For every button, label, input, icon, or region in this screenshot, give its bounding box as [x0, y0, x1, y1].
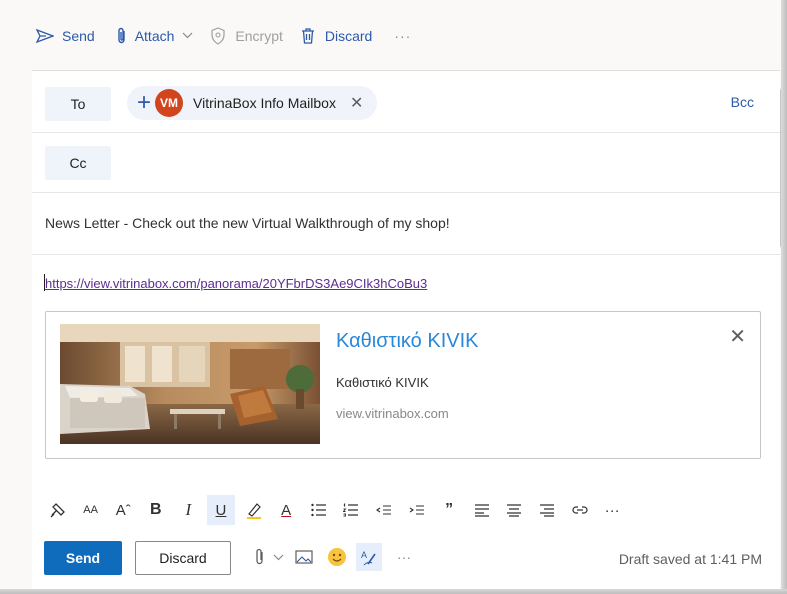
bcc-link[interactable]: Bcc — [731, 94, 754, 110]
highlight-icon[interactable] — [240, 495, 268, 525]
italic-button[interactable]: I — [174, 495, 202, 525]
send-command[interactable]: Send — [30, 14, 101, 58]
cc-row: Cc — [32, 133, 780, 193]
chevron-down-icon — [182, 30, 193, 42]
encrypt-command[interactable]: Encrypt — [203, 14, 288, 58]
formatting-toolbar: AΑ Aˆ B I U A ” ··· — [32, 493, 780, 527]
compose-form: To + VM VitrinaBox Info Mailbox ✕ Bcc Cc… — [32, 70, 780, 594]
command-bar: Send Attach Encrypt Discard ··· — [30, 14, 421, 58]
close-preview-icon[interactable]: ✕ — [729, 324, 746, 349]
decrease-indent-icon[interactable] — [370, 495, 398, 525]
shield-lock-icon — [209, 27, 227, 45]
to-button[interactable]: To — [45, 87, 111, 121]
recipient-name: VitrinaBox Info Mailbox — [193, 95, 336, 111]
draft-status: Draft saved at 1:41 PM — [618, 551, 762, 567]
link-preview-card[interactable]: Καθιστικό KIVIK Καθιστικό KIVIK view.vit… — [45, 311, 761, 459]
window-shadow-right — [781, 0, 787, 594]
link-preview-image — [60, 324, 320, 444]
align-right-icon[interactable] — [533, 495, 561, 525]
body-link[interactable]: https://view.vitrinabox.com/panorama/20Y… — [45, 276, 427, 291]
send-button[interactable]: Send — [44, 541, 122, 575]
align-left-icon[interactable] — [468, 495, 496, 525]
link-preview-title[interactable]: Καθιστικό KIVIK — [336, 330, 478, 353]
window-shadow-bottom — [0, 589, 787, 594]
trash-icon — [299, 27, 317, 45]
attach-command[interactable]: Attach — [107, 14, 200, 58]
send-icon — [36, 27, 54, 45]
editor-pen-icon[interactable]: A — [356, 543, 382, 571]
compose-window: Send Attach Encrypt Discard ··· To + VM … — [0, 0, 787, 594]
discard-command[interactable]: Discard — [293, 14, 378, 58]
remove-recipient-icon[interactable]: ✕ — [350, 93, 363, 113]
increase-indent-icon[interactable] — [403, 495, 431, 525]
font-color-button[interactable]: A — [272, 495, 300, 525]
avatar: VM — [155, 89, 184, 117]
quote-button[interactable]: ” — [435, 495, 463, 525]
subject-row[interactable]: News Letter - Check out the new Virtual … — [32, 193, 780, 255]
more-commands-button[interactable]: ··· — [384, 28, 421, 44]
bullet-list-icon[interactable] — [305, 495, 333, 525]
underline-button[interactable]: U — [206, 495, 235, 525]
discard-button[interactable]: Discard — [135, 541, 231, 575]
link-icon[interactable] — [566, 495, 594, 525]
subject-field[interactable]: News Letter - Check out the new Virtual … — [45, 215, 450, 231]
align-center-icon[interactable] — [500, 495, 528, 525]
send-command-label: Send — [62, 28, 95, 44]
insert-picture-icon[interactable] — [294, 547, 314, 567]
grow-font-button[interactable]: Aˆ — [109, 495, 137, 525]
recipient-pill[interactable]: + VM VitrinaBox Info Mailbox ✕ — [127, 86, 378, 120]
more-formatting-button[interactable]: ··· — [598, 495, 626, 525]
attach-icon[interactable] — [250, 547, 270, 567]
more-options-button[interactable]: ··· — [392, 547, 416, 567]
link-preview-description: Καθιστικό KIVIK — [336, 375, 429, 390]
chevron-down-icon[interactable] — [268, 547, 288, 567]
to-row: To + VM VitrinaBox Info Mailbox ✕ Bcc — [32, 71, 780, 133]
bold-button[interactable]: B — [142, 495, 170, 525]
encrypt-command-label: Encrypt — [235, 28, 283, 44]
action-bar: Send Discard A ··· Draft saved at 1:41 P… — [32, 539, 780, 579]
font-size-button[interactable]: AΑ — [77, 495, 105, 525]
emoji-icon[interactable] — [327, 547, 347, 567]
paperclip-icon — [113, 27, 131, 45]
discard-command-label: Discard — [324, 28, 373, 44]
cc-button[interactable]: Cc — [45, 146, 111, 180]
attach-command-label: Attach — [134, 28, 175, 44]
numbered-list-icon[interactable] — [337, 495, 365, 525]
svg-text:A: A — [361, 550, 367, 560]
link-preview-domain: view.vitrinabox.com — [336, 406, 449, 421]
add-recipient-icon[interactable]: + — [137, 91, 151, 115]
format-painter-icon[interactable] — [44, 495, 72, 525]
